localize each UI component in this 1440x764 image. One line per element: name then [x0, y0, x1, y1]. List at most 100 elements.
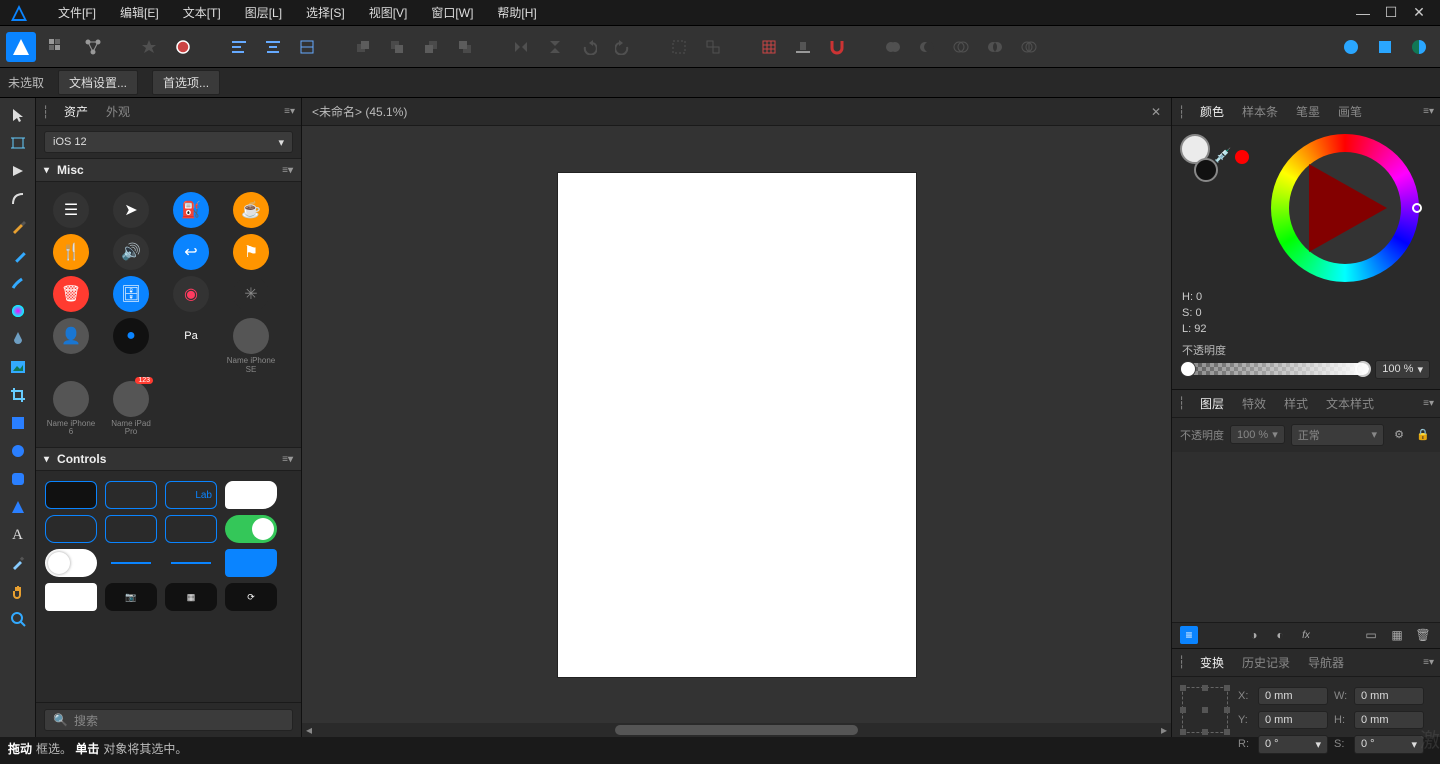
r-input[interactable]: 0 °▾ — [1258, 735, 1328, 754]
fill-tool-icon[interactable] — [3, 298, 33, 324]
triangle-tool-icon[interactable] — [3, 494, 33, 520]
panel-grip-icon[interactable]: ┆ — [1178, 655, 1182, 669]
asset-archive-icon[interactable]: 🗄 — [104, 276, 158, 312]
asset-apple-pay-icon[interactable]: Pa — [164, 318, 218, 375]
asset-sound-icon[interactable]: 🔊 — [104, 234, 158, 270]
transparency-tool-icon[interactable] — [3, 326, 33, 352]
add-pixel-layer-icon[interactable]: ▦ — [1388, 626, 1406, 644]
view-mode-2-icon[interactable] — [1370, 32, 1400, 62]
tab-layers[interactable]: 图层 — [1196, 391, 1228, 416]
crop-tool-icon[interactable] — [3, 382, 33, 408]
panel-grip-icon[interactable]: ┆ — [1178, 396, 1182, 410]
asset-device-iphone-6[interactable]: Name iPhone 6 — [44, 381, 98, 438]
scroll-left-icon[interactable]: ◂ — [302, 723, 316, 737]
zoom-tool-icon[interactable] — [3, 606, 33, 632]
tab-text-styles[interactable]: 文本样式 — [1322, 391, 1378, 416]
blend-mode-select[interactable]: 正常▾ — [1291, 424, 1384, 446]
control-outline-1[interactable] — [44, 481, 98, 509]
control-round-3[interactable] — [164, 515, 218, 543]
delete-layer-icon[interactable]: 🗑 — [1414, 626, 1432, 644]
asset-device-ipad-pro[interactable]: 123Name iPad Pro — [104, 381, 158, 438]
mask-icon[interactable]: ◑ — [1245, 626, 1263, 644]
asset-list-icon[interactable]: ☰ — [44, 192, 98, 228]
transform-anchor[interactable] — [1182, 687, 1228, 733]
eyedropper-tool-icon[interactable] — [3, 550, 33, 576]
text-tool-icon[interactable]: A — [3, 522, 33, 548]
category-menu-icon[interactable]: ≡▾ — [282, 165, 293, 176]
flip-v-icon[interactable] — [540, 32, 570, 62]
snap-grid-icon[interactable] — [754, 32, 784, 62]
panel-menu-icon[interactable]: ≡▾ — [284, 106, 295, 117]
snap-magnet-icon[interactable] — [822, 32, 852, 62]
asset-spinner-icon[interactable]: ✳ — [224, 276, 278, 312]
tab-swatches[interactable]: 样本条 — [1238, 99, 1282, 124]
scrollbar-thumb[interactable] — [615, 725, 858, 735]
s-input[interactable]: 0 °▾ — [1354, 735, 1424, 754]
asset-device-iphone-se[interactable]: Name iPhone SE — [224, 318, 278, 375]
hue-handle[interactable] — [1412, 203, 1422, 213]
menu-help[interactable]: 帮助[H] — [485, 0, 548, 26]
document-tab[interactable]: <未命名> (45.1%) ✕ — [302, 98, 1171, 126]
control-switch-off[interactable] — [44, 549, 98, 577]
persona-designer-icon[interactable] — [6, 32, 36, 62]
arrange-back-icon[interactable] — [450, 32, 480, 62]
control-camera-icon[interactable]: 📷 — [104, 583, 158, 611]
layers-stack-icon[interactable]: ≡ — [1180, 626, 1198, 644]
asset-food-icon[interactable]: 🍴 — [44, 234, 98, 270]
menu-layer[interactable]: 图层[L] — [233, 0, 294, 26]
corner-tool-icon[interactable] — [3, 186, 33, 212]
asset-trash-icon[interactable]: 🗑 — [44, 276, 98, 312]
persona-export-icon[interactable] — [78, 32, 108, 62]
rounded-rect-tool-icon[interactable] — [3, 466, 33, 492]
stroke-swatch[interactable] — [1194, 158, 1218, 182]
h-input[interactable]: 0 mm — [1354, 711, 1424, 729]
doc-setup-button[interactable]: 文档设置... — [58, 70, 138, 95]
gear-icon[interactable]: ⚙ — [1390, 426, 1408, 444]
pen-tool-icon[interactable] — [3, 214, 33, 240]
rotate-cw-icon[interactable] — [608, 32, 638, 62]
preferences-button[interactable]: 首选项... — [152, 70, 220, 95]
tab-strokes[interactable]: 画笔 — [1334, 99, 1366, 124]
control-calc-icon[interactable]: ▦ — [164, 583, 218, 611]
rotate-ccw-icon[interactable] — [574, 32, 604, 62]
asset-coffee-icon[interactable]: ☕ — [224, 192, 278, 228]
close-icon[interactable]: ✕ — [1412, 6, 1426, 20]
menu-edit[interactable]: 编辑[E] — [108, 0, 171, 26]
group-icon[interactable] — [664, 32, 694, 62]
hand-tool-icon[interactable] — [3, 578, 33, 604]
rectangle-tool-icon[interactable] — [3, 410, 33, 436]
tool-symbol-icon[interactable] — [134, 32, 164, 62]
persona-pixel-icon[interactable] — [42, 32, 72, 62]
artboard-page[interactable] — [558, 173, 916, 677]
control-round-2[interactable] — [104, 515, 158, 543]
menu-window[interactable]: 窗口[W] — [419, 0, 485, 26]
colour-triangle[interactable] — [1309, 164, 1387, 252]
asset-reply-icon[interactable]: ↩ — [164, 234, 218, 270]
asset-fingerprint-icon[interactable]: ◉ — [164, 276, 218, 312]
tab-brushes[interactable]: 笔墨 — [1292, 99, 1324, 124]
tab-history[interactable]: 历史记录 — [1238, 650, 1294, 675]
ungroup-icon[interactable] — [698, 32, 728, 62]
control-lab[interactable]: Lab — [164, 481, 218, 509]
ellipse-tool-icon[interactable] — [3, 438, 33, 464]
arrange-backward-icon[interactable] — [416, 32, 446, 62]
w-input[interactable]: 0 mm — [1354, 687, 1424, 705]
y-input[interactable]: 0 mm — [1258, 711, 1328, 729]
category-menu-icon[interactable]: ≡▾ — [282, 454, 293, 465]
panel-grip-icon[interactable]: ┆ — [1178, 105, 1182, 119]
eyedropper-icon[interactable]: 💉 — [1214, 147, 1231, 164]
fx-icon[interactable]: fx — [1297, 626, 1315, 644]
tab-styles[interactable]: 样式 — [1280, 391, 1312, 416]
slider-handle[interactable] — [1180, 361, 1196, 377]
control-white-tag[interactable] — [224, 481, 278, 509]
asset-preset-select[interactable]: iOS 12 ▾ — [44, 131, 293, 153]
tab-assets[interactable]: 资产 — [60, 99, 92, 124]
menu-view[interactable]: 视图[V] — [357, 0, 420, 26]
align-center-icon[interactable] — [258, 32, 288, 62]
arrange-forward-icon[interactable] — [382, 32, 412, 62]
tab-navigator[interactable]: 导航器 — [1304, 650, 1348, 675]
bool-subtract-icon[interactable] — [912, 32, 942, 62]
scroll-right-icon[interactable]: ▸ — [1157, 723, 1171, 737]
node-tool-icon[interactable] — [3, 158, 33, 184]
arrange-front-icon[interactable] — [348, 32, 378, 62]
